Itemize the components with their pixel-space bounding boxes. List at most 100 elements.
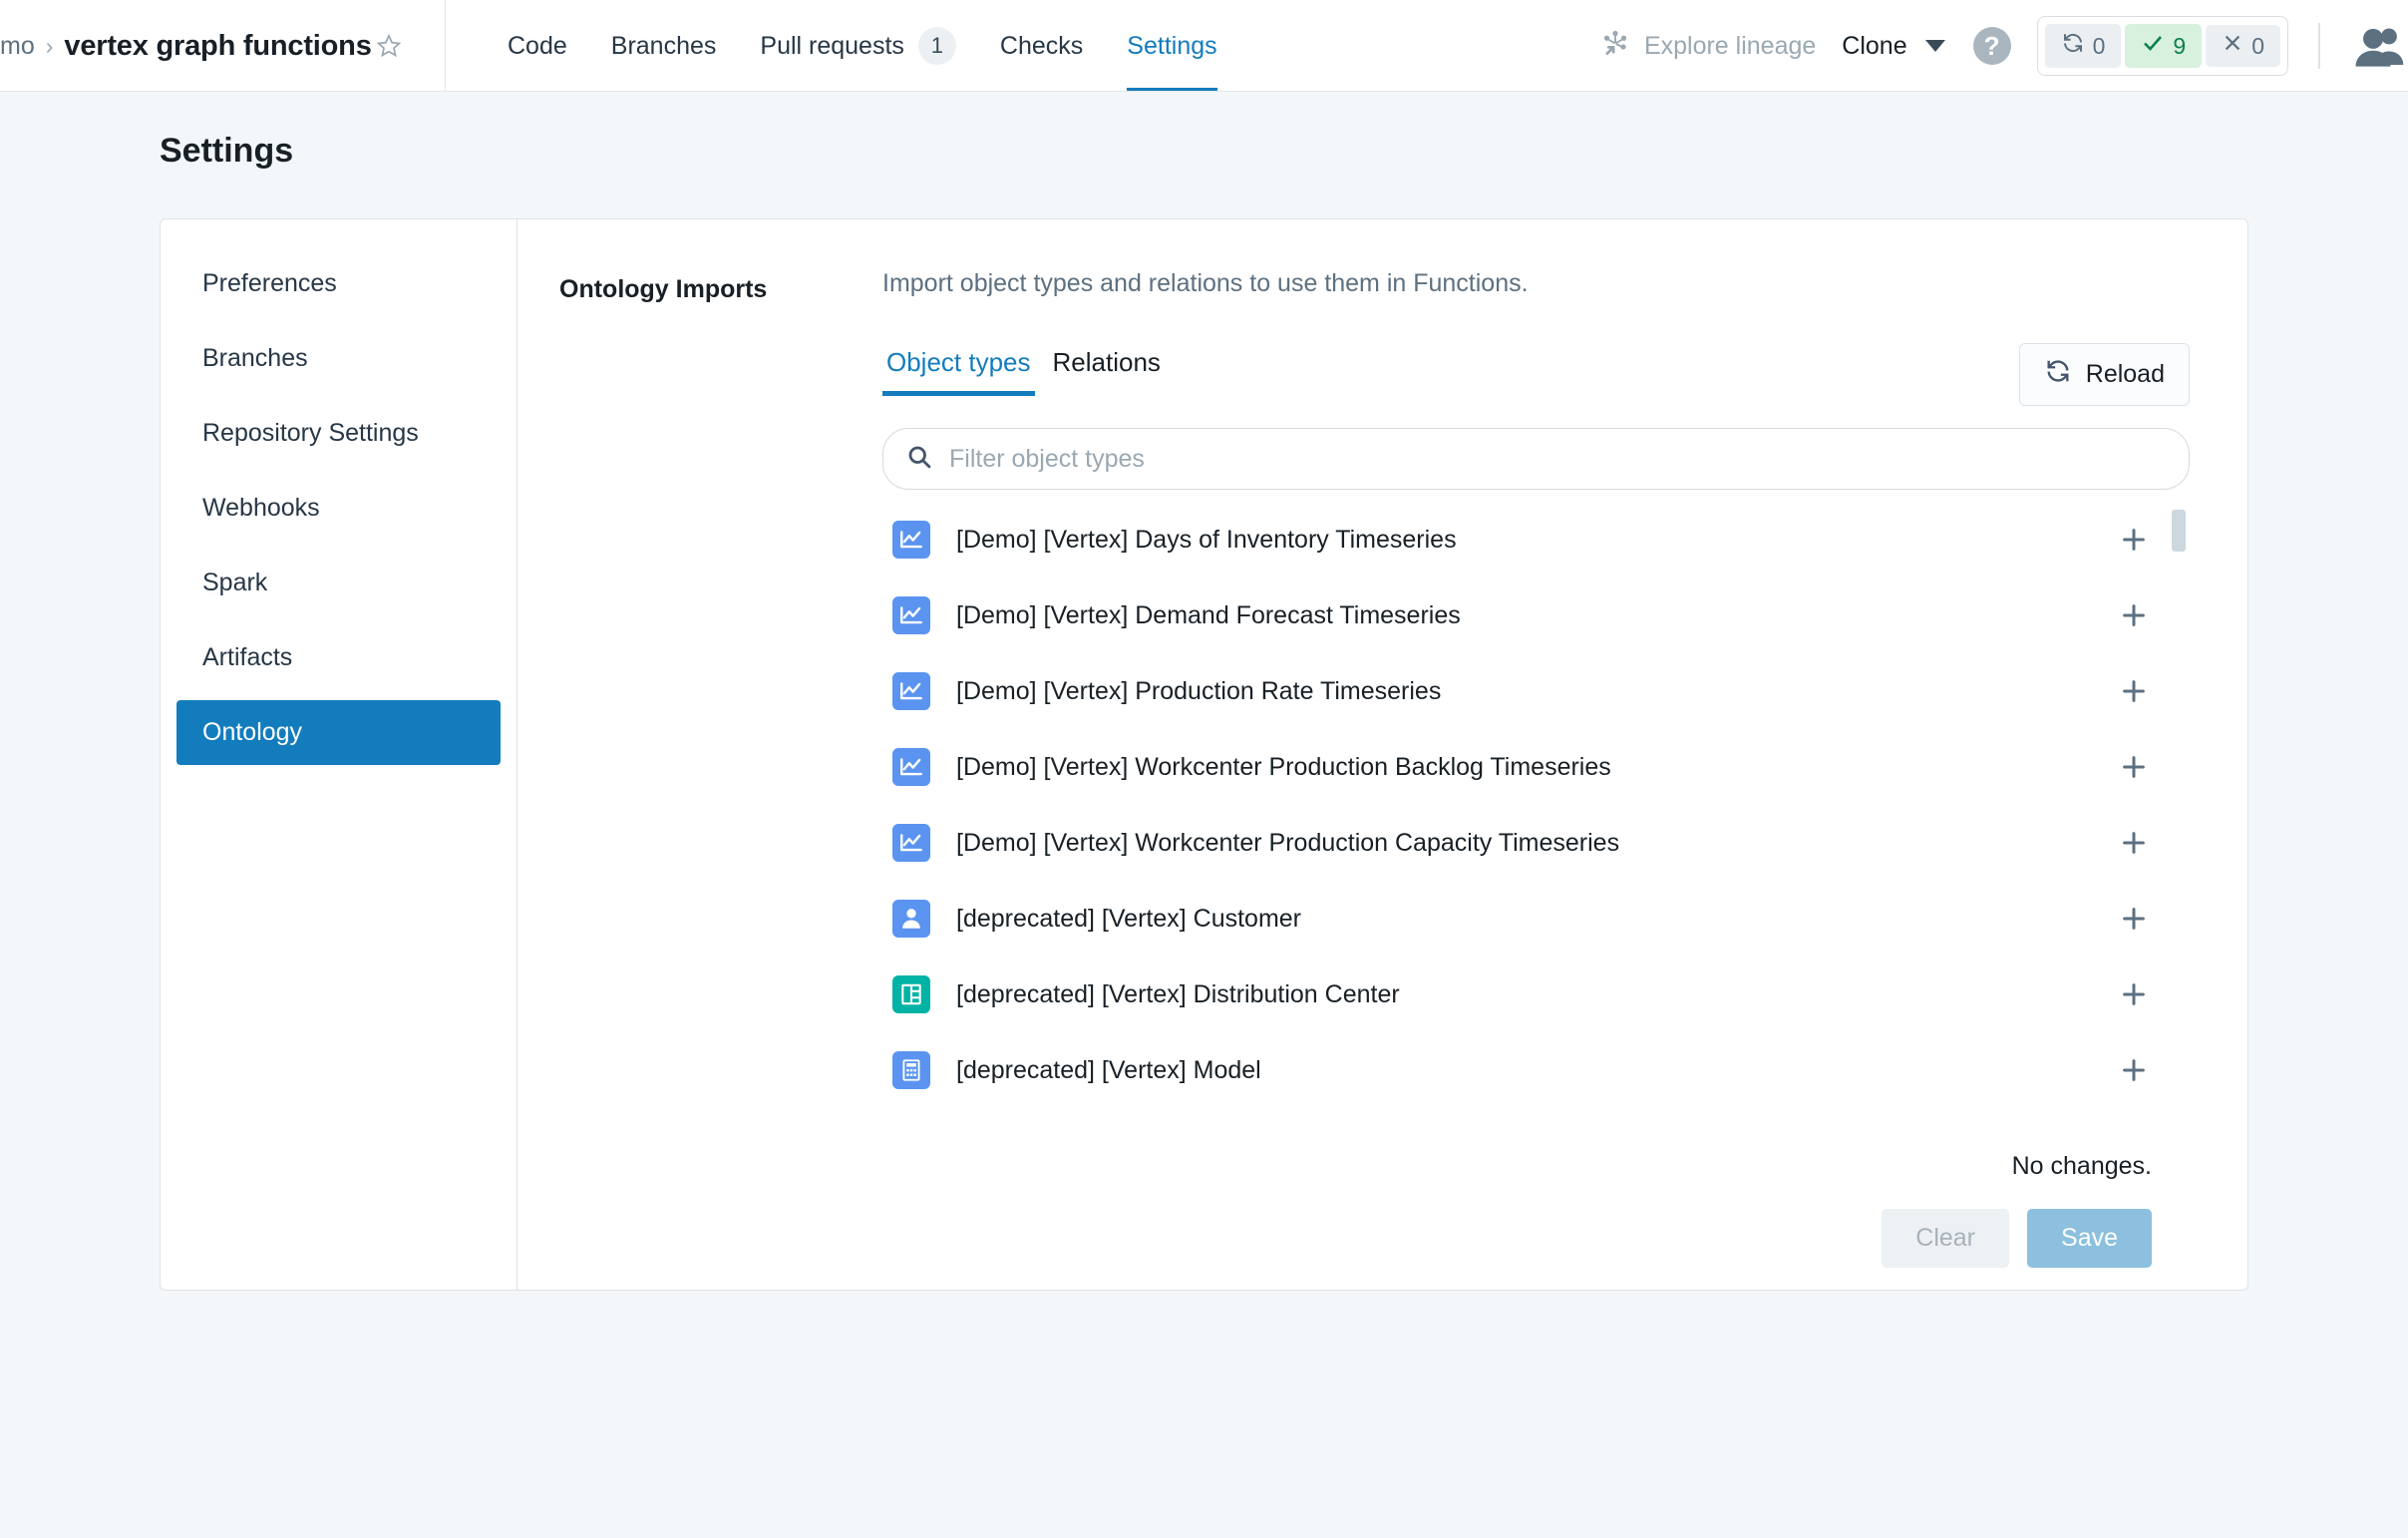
search-icon — [905, 443, 933, 476]
nav-item-code[interactable]: Code — [486, 0, 589, 92]
sidebar-item-label: Spark — [202, 569, 268, 596]
clear-button[interactable]: Clear — [1882, 1209, 2010, 1268]
build-status-failed[interactable]: 0 — [2206, 25, 2280, 67]
sidebar-item-spark[interactable]: Spark — [176, 551, 501, 615]
nav-label: Branches — [610, 31, 717, 60]
footer-buttons: Clear Save — [882, 1209, 2152, 1268]
nav-item-pull-requests[interactable]: Pull requests 1 — [738, 0, 978, 92]
settings-card: Preferences Branches Repository Settings… — [160, 218, 2248, 1291]
help-circle-icon[interactable]: ? — [1972, 27, 2011, 65]
list-scrollbar[interactable] — [2172, 510, 2186, 1108]
panel-tabs: Object types Relations — [882, 343, 1165, 396]
list-item[interactable]: [deprecated] [Vertex] Customer — [882, 881, 2190, 957]
build-status-pending[interactable]: 0 — [2044, 24, 2122, 68]
list-item[interactable]: [deprecated] [Vertex] Distribution Cente… — [882, 957, 2190, 1032]
lineage-graph-icon — [1600, 28, 1630, 65]
nav-label: Code — [508, 31, 567, 60]
breadcrumb-separator: › — [45, 32, 54, 59]
list-item[interactable]: [Demo] [Vertex] Demand Forecast Timeseri… — [882, 577, 2190, 653]
chevron-down-icon — [1924, 40, 1945, 52]
build-status-success[interactable]: 9 — [2125, 24, 2203, 68]
panel-footer: No changes. Clear Save — [882, 1152, 2190, 1268]
x-icon — [2222, 32, 2243, 60]
explore-lineage-button[interactable]: Explore lineage — [1600, 28, 1816, 65]
build-success-count: 9 — [2173, 32, 2187, 59]
list-item-label: [Demo] [Vertex] Workcenter Production Ca… — [956, 828, 1620, 857]
list-item-label: [Demo] [Vertex] Demand Forecast Timeseri… — [956, 600, 1461, 629]
sidebar-item-label: Preferences — [202, 269, 337, 297]
plus-icon[interactable] — [2116, 597, 2152, 633]
list-item[interactable]: [Demo] [Vertex] Workcenter Production Ca… — [882, 805, 2190, 881]
list-item-label: [Demo] [Vertex] Production Rate Timeseri… — [956, 676, 1442, 705]
sidebar-item-artifacts[interactable]: Artifacts — [176, 625, 501, 690]
warehouse-icon — [892, 975, 930, 1013]
main-nav: Code Branches Pull requests 1 Checks Set… — [446, 0, 1239, 92]
pull-requests-count-badge: 1 — [917, 27, 956, 65]
breadcrumb-parent[interactable]: mo — [0, 32, 35, 61]
list-item-label: [Demo] [Vertex] Workcenter Production Ba… — [956, 752, 1611, 781]
plus-icon[interactable] — [2116, 749, 2152, 785]
sidebar-item-branches[interactable]: Branches — [176, 326, 501, 391]
sidebar-item-repository-settings[interactable]: Repository Settings — [176, 401, 501, 466]
tab-label: Object types — [886, 347, 1031, 377]
sidebar-item-ontology[interactable]: Ontology — [176, 700, 501, 765]
person-icon — [892, 900, 930, 938]
list-item[interactable]: [Demo] [Vertex] Workcenter Production Ba… — [882, 729, 2190, 805]
tab-label: Relations — [1052, 347, 1161, 377]
plus-icon[interactable] — [2116, 976, 2152, 1012]
ontology-imports-panel: Import object types and relations to use… — [859, 269, 2190, 1290]
tab-object-types[interactable]: Object types — [882, 343, 1035, 396]
sidebar-item-label: Webhooks — [202, 494, 320, 522]
status-text: No changes. — [2011, 1152, 2152, 1180]
build-failed-count: 0 — [2251, 32, 2264, 59]
refresh-icon — [2044, 357, 2072, 392]
search-input[interactable] — [949, 444, 2167, 474]
plus-icon[interactable] — [2116, 825, 2152, 861]
users-avatar-icon — [2355, 28, 2404, 67]
timeseries-chart-icon — [892, 748, 930, 786]
top-bar: mo › vertex graph functions Code Branche… — [0, 0, 2408, 92]
sidebar-item-preferences[interactable]: Preferences — [176, 251, 501, 316]
breadcrumb: mo › vertex graph functions — [0, 0, 446, 92]
build-status-group: 0 9 0 — [2036, 16, 2288, 76]
plus-icon[interactable] — [2116, 522, 2152, 558]
nav-item-settings[interactable]: Settings — [1105, 0, 1238, 92]
list-item[interactable]: [Demo] [Vertex] Production Rate Timeseri… — [882, 653, 2190, 729]
sidebar-item-label: Ontology — [202, 718, 303, 746]
nav-label: Pull requests — [760, 31, 904, 60]
breadcrumb-current-repo[interactable]: vertex graph functions — [64, 30, 371, 63]
section-description: Import object types and relations to use… — [882, 269, 1529, 297]
sidebar-item-webhooks[interactable]: Webhooks — [176, 476, 501, 541]
timeseries-chart-icon — [892, 824, 930, 862]
page-body: Settings Preferences Branches Repository… — [0, 92, 2408, 1291]
plus-icon[interactable] — [2116, 673, 2152, 709]
plus-icon[interactable] — [2116, 901, 2152, 937]
tab-relations[interactable]: Relations — [1049, 343, 1165, 396]
list-item-label: [deprecated] [Vertex] Model — [956, 1055, 1261, 1084]
list-item[interactable]: [deprecated] [Vertex] Model — [882, 1032, 2190, 1108]
refresh-icon — [2061, 31, 2085, 61]
sidebar-item-label: Artifacts — [202, 643, 293, 671]
clone-label: Clone — [1842, 31, 1907, 60]
list-item[interactable]: [Demo] [Vertex] Days of Inventory Timese… — [882, 502, 2190, 577]
list-item-label: [Demo] [Vertex] Days of Inventory Timese… — [956, 525, 1457, 554]
nav-item-checks[interactable]: Checks — [978, 0, 1105, 92]
nav-label: Checks — [999, 31, 1084, 60]
check-icon — [2141, 31, 2165, 61]
reload-button[interactable]: Reload — [2018, 343, 2190, 406]
timeseries-chart-icon — [892, 521, 930, 559]
star-icon[interactable] — [376, 33, 402, 59]
list-item-label: [deprecated] [Vertex] Distribution Cente… — [956, 979, 1400, 1008]
reload-label: Reload — [2085, 360, 2165, 388]
scrollbar-thumb[interactable] — [2172, 510, 2186, 552]
settings-sidebar: Preferences Branches Repository Settings… — [161, 219, 517, 1290]
clone-dropdown[interactable]: Clone — [1842, 31, 1945, 61]
avatar[interactable] — [2354, 24, 2408, 68]
sidebar-item-label: Repository Settings — [202, 419, 419, 447]
plus-icon[interactable] — [2116, 1052, 2152, 1088]
help-label: ? — [1983, 30, 2000, 61]
filter-search-box[interactable] — [882, 428, 2190, 490]
save-button[interactable]: Save — [2027, 1209, 2152, 1268]
nav-item-branches[interactable]: Branches — [589, 0, 739, 92]
build-pending-count: 0 — [2092, 32, 2106, 59]
